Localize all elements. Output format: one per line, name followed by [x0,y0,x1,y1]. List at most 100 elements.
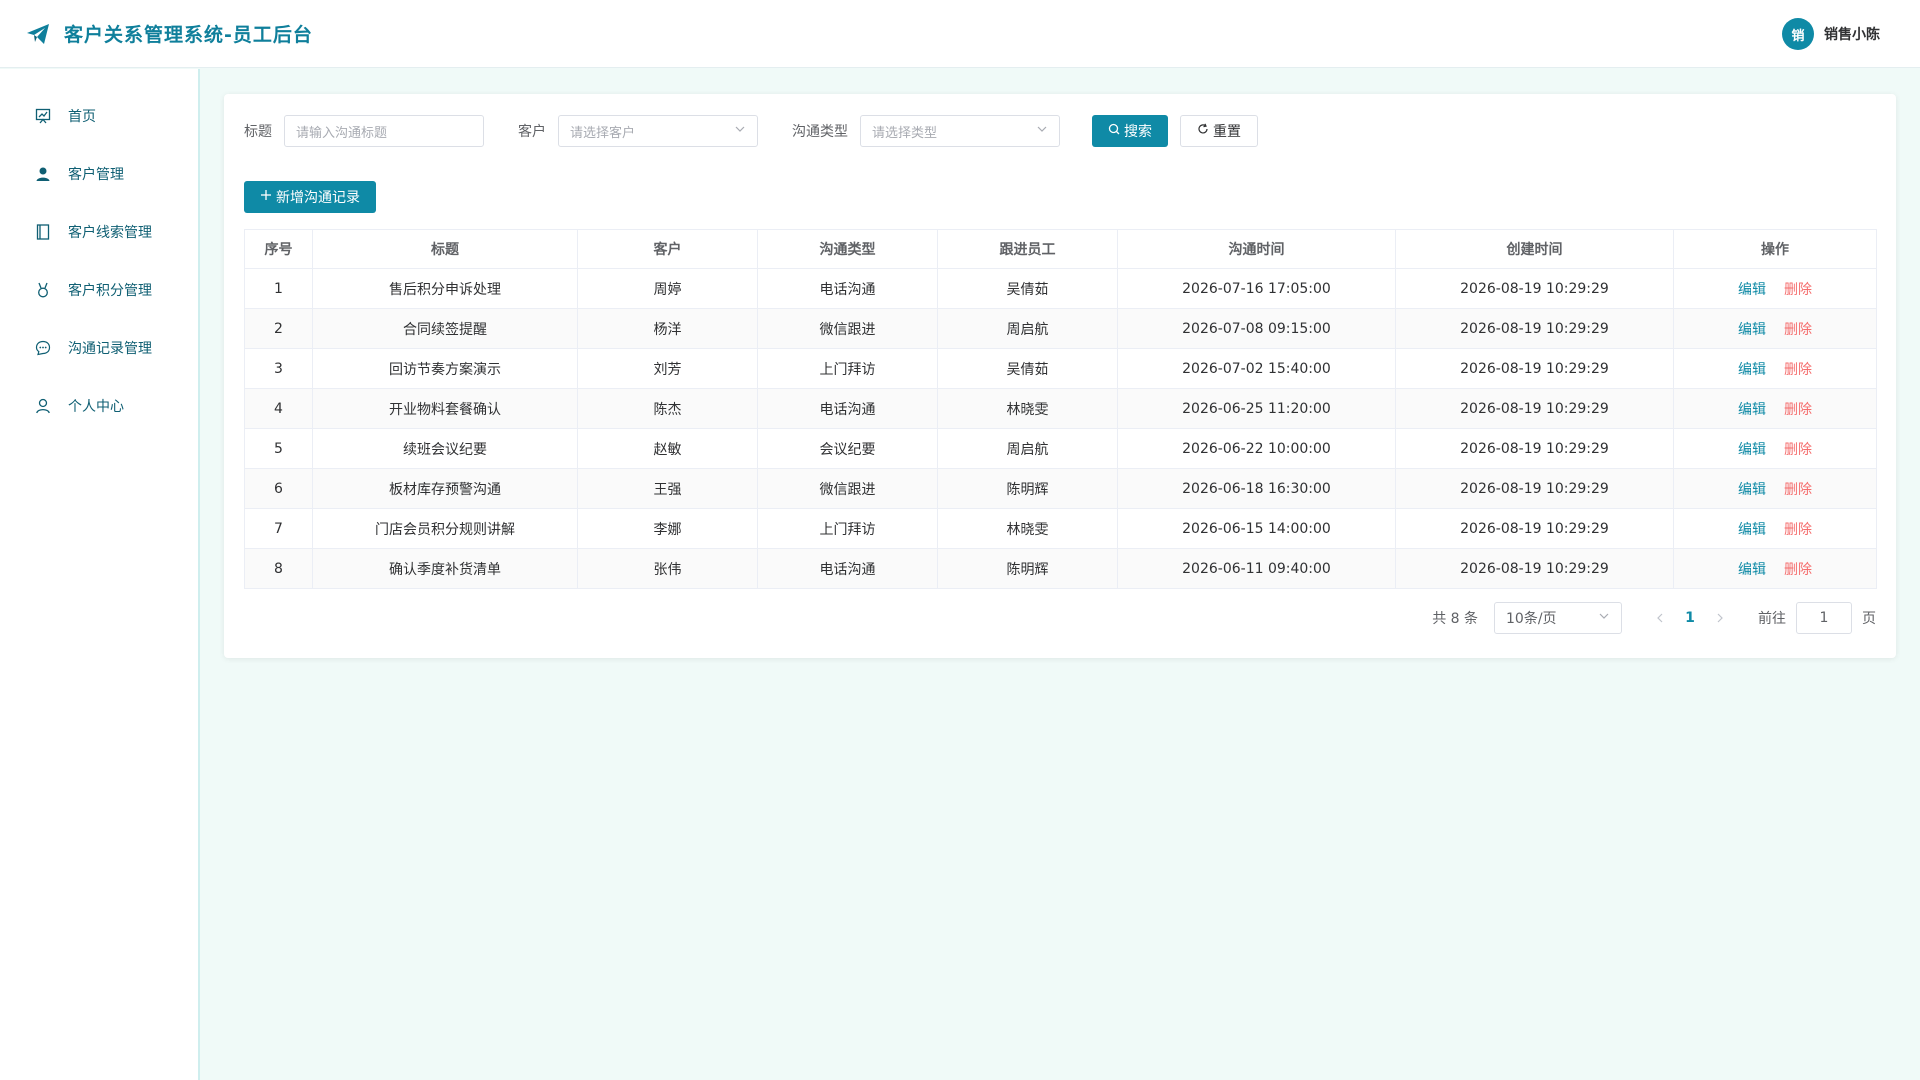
communication-table: 序号 标题 客户 沟通类型 跟进员工 沟通时间 创建时间 操作 1 售后积分申诉处… [244,229,1877,589]
row-created-time: 2026-08-19 10:29:29 [1395,388,1674,429]
row-created-time: 2026-08-19 10:29:29 [1395,468,1674,509]
row-customer: 赵敏 [577,428,758,469]
type-select-placeholder: 请选择类型 [872,125,938,141]
column-header: 创建时间 [1395,229,1674,269]
pagination-total: 共 8 条 [1432,611,1478,627]
row-staff: 陈明辉 [937,548,1118,589]
search-button-label: 搜索 [1124,124,1152,140]
row-customer: 李娜 [577,508,758,549]
row-created-time: 2026-08-19 10:29:29 [1395,428,1674,469]
avatar[interactable]: 销 [1782,18,1814,50]
row-customer: 杨洋 [577,308,758,349]
sidebar-item-label: 个人中心 [68,399,124,415]
edit-button[interactable]: 编辑 [1738,442,1766,458]
sidebar: 首页 客户管理 客户线索管理 客户积分管理 沟通记录管理 个人中心 [0,69,200,1080]
edit-button[interactable]: 编辑 [1738,522,1766,538]
edit-button[interactable]: 编辑 [1738,282,1766,298]
row-staff: 陈明辉 [937,468,1118,509]
sidebar-item-label: 客户管理 [68,167,124,183]
row-created-time: 2026-08-19 10:29:29 [1395,308,1674,349]
table-row: 3 回访节奏方案演示 刘芳 上门拜访 吴倩茹 2026-07-02 15:40:00 202… [244,348,1877,389]
edit-button[interactable]: 编辑 [1738,562,1766,578]
sidebar-item-customers[interactable]: 客户管理 [0,145,198,203]
delete-button[interactable]: 删除 [1784,362,1812,378]
row-staff: 吴倩茹 [937,268,1118,309]
row-actions: 编辑 删除 [1673,428,1877,469]
row-actions: 编辑 删除 [1673,508,1877,549]
row-staff: 周启航 [937,308,1118,349]
page-size-select[interactable]: 10条/页 [1494,602,1622,634]
row-staff: 林晓雯 [937,508,1118,549]
goto-page-input[interactable]: 1 [1796,602,1852,634]
row-type: 微信跟进 [757,308,938,349]
column-header: 沟通时间 [1117,229,1396,269]
column-header: 序号 [244,229,313,269]
row-actions: 编辑 删除 [1673,268,1877,309]
page-size-value: 10条/页 [1506,611,1557,627]
chat-icon [34,339,52,357]
column-header: 操作 [1673,229,1877,269]
user-menu[interactable]: 销 销售小陈 [1782,18,1880,50]
delete-button[interactable]: 删除 [1784,282,1812,298]
type-filter-label: 沟通类型 [792,124,848,140]
person-icon [34,397,52,415]
delete-button[interactable]: 删除 [1784,322,1812,338]
row-actions: 编辑 删除 [1673,348,1877,389]
row-number: 5 [244,428,313,469]
sidebar-item-leads[interactable]: 客户线索管理 [0,203,198,261]
chevron-down-icon [1036,123,1048,139]
delete-button[interactable]: 删除 [1784,402,1812,418]
chevron-down-icon [734,123,746,139]
edit-button[interactable]: 编辑 [1738,362,1766,378]
add-button-label: 新增沟通记录 [276,190,360,206]
title-search-input[interactable]: 请输入沟通标题 [284,115,484,147]
next-page-button[interactable] [1706,604,1734,632]
delete-button[interactable]: 删除 [1784,562,1812,578]
reset-button[interactable]: 重置 [1180,115,1258,147]
add-communication-button[interactable]: 新增沟通记录 [244,181,376,213]
row-type: 上门拜访 [757,348,938,389]
row-comm-time: 2026-06-15 14:00:00 [1117,508,1396,549]
row-actions: 编辑 删除 [1673,548,1877,589]
edit-button[interactable]: 编辑 [1738,482,1766,498]
row-comm-time: 2026-07-16 17:05:00 [1117,268,1396,309]
row-actions: 编辑 删除 [1673,468,1877,509]
sidebar-item-communications[interactable]: 沟通记录管理 [0,319,198,377]
row-comm-time: 2026-06-25 11:20:00 [1117,388,1396,429]
row-type: 会议纪要 [757,428,938,469]
prev-page-button[interactable] [1646,604,1674,632]
customer-select[interactable]: 请选择客户 [558,115,758,147]
sidebar-item-profile[interactable]: 个人中心 [0,377,198,435]
type-select[interactable]: 请选择类型 [860,115,1060,147]
delete-button[interactable]: 删除 [1784,482,1812,498]
row-comm-time: 2026-06-22 10:00:00 [1117,428,1396,469]
table-row: 4 开业物料套餐确认 陈杰 电话沟通 林晓雯 2026-06-25 11:20:00 202… [244,388,1877,429]
table-body: 1 售后积分申诉处理 周婷 电话沟通 吴倩茹 2026-07-16 17:05:00 202… [244,268,1877,589]
sidebar-item-home[interactable]: 首页 [0,87,198,145]
row-type: 电话沟通 [757,388,938,429]
sidebar-item-label: 沟通记录管理 [68,341,152,357]
column-header: 沟通类型 [757,229,938,269]
user-name[interactable]: 销售小陈 [1824,24,1880,44]
user-icon [34,165,52,183]
row-comm-time: 2026-07-08 09:15:00 [1117,308,1396,349]
row-title: 续班会议纪要 [312,428,578,469]
row-number: 2 [244,308,313,349]
row-customer: 陈杰 [577,388,758,429]
paper-plane-icon [24,20,52,48]
title-search-placeholder: 请输入沟通标题 [296,125,388,141]
sidebar-item-points[interactable]: 客户积分管理 [0,261,198,319]
refresh-icon [1197,123,1209,139]
edit-button[interactable]: 编辑 [1738,322,1766,338]
search-button[interactable]: 搜索 [1092,115,1168,147]
table-row: 8 确认季度补货清单 张伟 电话沟通 陈明辉 2026-06-11 09:40:00 202… [244,548,1877,589]
table-row: 5 续班会议纪要 赵敏 会议纪要 周启航 2026-06-22 10:00:00 2026-… [244,428,1877,469]
delete-button[interactable]: 删除 [1784,442,1812,458]
delete-button[interactable]: 删除 [1784,522,1812,538]
table-header-row: 序号 标题 客户 沟通类型 跟进员工 沟通时间 创建时间 操作 [244,229,1877,269]
edit-button[interactable]: 编辑 [1738,402,1766,418]
page-number-current[interactable]: 1 [1674,610,1706,626]
page-suffix: 页 [1862,611,1876,627]
row-title: 确认季度补货清单 [312,548,578,589]
dashboard-icon [34,107,52,125]
